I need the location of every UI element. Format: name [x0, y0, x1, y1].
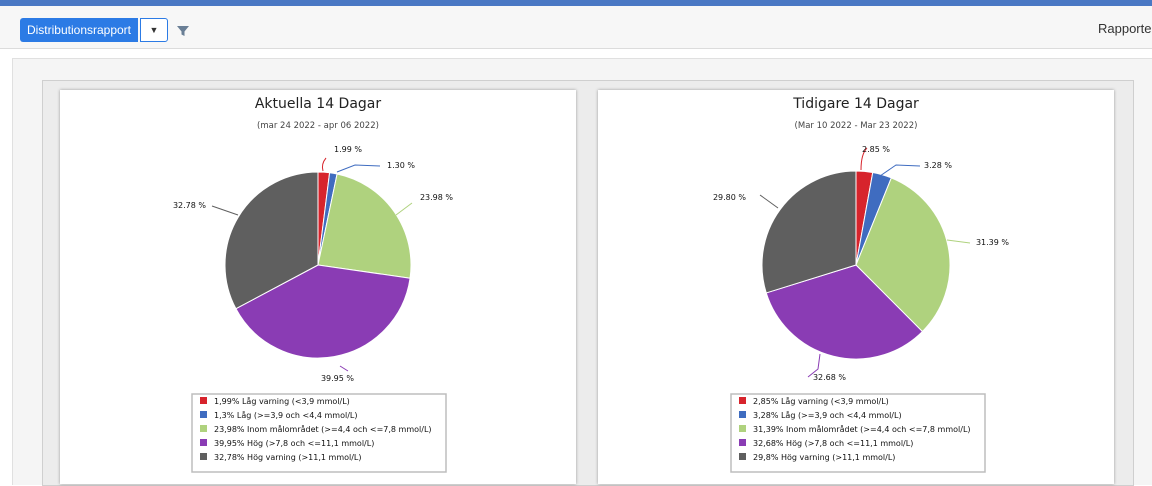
data-label-lag-varning: 1.99 % [334, 145, 362, 154]
connector-line-inom-malomradet [395, 202, 413, 216]
connector-line-lag-varning [321, 157, 327, 172]
data-label-lag: 3.28 % [924, 161, 952, 170]
legend-item-lag[interactable]: 3,28% Låg (>=3,9 och <4,4 mmol/L) [753, 410, 902, 420]
chart-title: Aktuella 14 Dagar [255, 96, 382, 112]
legend-swatch-lag-varning [739, 397, 746, 404]
toolbar: Distributionsrapport ▼ Rapporter [0, 6, 1152, 49]
legend-item-lag-varning[interactable]: 2,85% Låg varning (<3,9 mmol/L) [753, 396, 889, 406]
data-label-lag-varning: 2.85 % [862, 145, 890, 154]
legend-item-inom-malomradet[interactable]: 31,39% Inom målområdet (>=4,4 och <=7,8 … [753, 424, 971, 434]
data-label-lag: 1.30 % [387, 161, 415, 170]
distribution-report-button[interactable]: Distributionsrapport [20, 18, 138, 42]
legend-item-hog-varning[interactable]: 29,8% Hög varning (>11,1 mmol/L) [753, 453, 895, 462]
data-label-hog-varning: 29.80 % [713, 193, 746, 202]
report-dropdown-button[interactable]: ▼ [140, 18, 168, 42]
legend-swatch-lag [739, 411, 746, 418]
data-label-inom-malomradet: 31.39 % [976, 238, 1009, 247]
legend-item-hog-varning[interactable]: 32,78% Hög varning (>11,1 mmol/L) [214, 453, 362, 462]
connector-line-hog [339, 365, 349, 372]
legend-item-lag-varning[interactable]: 1,99% Låg varning (<3,9 mmol/L) [214, 396, 350, 406]
connector-line-hog-varning [759, 194, 779, 209]
legend-swatch-lag-varning [200, 397, 207, 404]
current-14-days-chart-panel: Aktuella 14 Dagar (mar 24 2022 - apr 06 2… [60, 90, 576, 484]
legend-swatch-inom-malomradet [739, 425, 746, 432]
legend-swatch-inom-malomradet [200, 425, 207, 432]
current-14-days-pie-chart: Aktuella 14 Dagar (mar 24 2022 - apr 06 2… [173, 96, 453, 473]
legend-item-hog[interactable]: 32,68% Hög (>7,8 och <=11,1 mmol/L) [753, 439, 913, 448]
previous-14-days-chart-panel: Tidigare 14 Dagar (Mar 10 2022 - Mar 23 2… [598, 90, 1114, 484]
data-label-inom-malomradet: 23.98 % [420, 193, 453, 202]
legend-item-hog[interactable]: 39,95% Hög (>7,8 och <=11,1 mmol/L) [214, 439, 374, 448]
legend-swatch-hog [200, 439, 207, 446]
legend-swatch-hog [739, 439, 746, 446]
legend-item-inom-malomradet[interactable]: 23,98% Inom målområdet (>=4,4 och <=7,8 … [214, 424, 432, 434]
chart-subtitle: (Mar 10 2022 - Mar 23 2022) [795, 121, 918, 131]
chart-subtitle: (mar 24 2022 - apr 06 2022) [257, 121, 379, 131]
previous-14-days-pie-chart: Tidigare 14 Dagar (Mar 10 2022 - Mar 23 2… [713, 96, 1009, 473]
connector-line-hog-varning [211, 205, 239, 216]
legend-swatch-hog-varning [200, 453, 207, 460]
legend-item-lag[interactable]: 1,3% Låg (>=3,9 och <4,4 mmol/L) [214, 410, 358, 420]
chart-title: Tidigare 14 Dagar [792, 96, 919, 112]
caret-down-icon: ▼ [149, 25, 159, 35]
connector-line-inom-malomradet [946, 239, 971, 244]
reports-label[interactable]: Rapporter [1098, 21, 1152, 36]
filter-icon[interactable] [176, 24, 190, 38]
data-label-hog-varning: 32.78 % [173, 201, 206, 210]
connector-line-lag [336, 164, 381, 173]
data-label-hog: 32.68 % [813, 373, 846, 382]
connector-line-lag [879, 164, 921, 177]
data-label-hog: 39.95 % [321, 374, 354, 383]
legend-swatch-lag [200, 411, 207, 418]
legend-swatch-hog-varning [739, 453, 746, 460]
